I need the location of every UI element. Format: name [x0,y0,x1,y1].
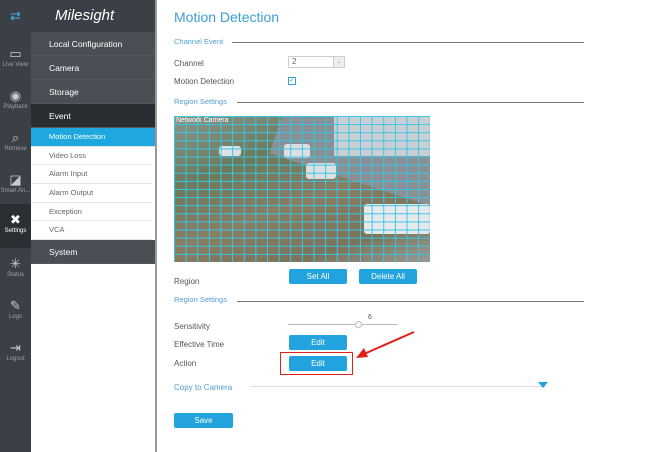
nav-event[interactable]: Event [31,104,155,128]
region-label: Region [174,277,200,286]
effective-time-label: Effective Time [174,340,225,349]
icon-sidebar: ⇄ ▭ Live View ◉ Playback ⌕ Retrieve ◪ Smart … [0,0,31,452]
motion-grid [174,116,430,262]
logout-icon: ⇥ [10,340,21,355]
nav-alarm-output[interactable]: Alarm Output [31,184,152,203]
nav-exception[interactable]: Exception [31,203,152,222]
smart-analysis-icon: ◪ [9,172,22,187]
label: Live View [2,62,29,68]
divider [237,301,584,302]
copy-to-camera-label[interactable]: Copy to Camera [174,383,232,392]
sensitivity-slider[interactable] [288,324,398,325]
set-all-button[interactable]: Set All [289,269,347,284]
label: Logs [8,314,22,320]
retrieve-icon: ⌕ [11,130,20,145]
section-channel-event: Channel Event [174,37,224,46]
nav-system[interactable]: System [31,240,155,265]
label: Settings [4,228,27,234]
logs-icon: ✎ [10,298,21,313]
milesight-logo: Milesight [31,0,155,32]
divider [155,0,157,452]
effective-time-edit-button[interactable]: Edit [289,335,347,350]
nav-motion-detection[interactable]: Motion Detection [31,128,155,147]
label: Status [6,272,24,278]
chevron-down-icon: ⌄ [333,57,344,67]
nav-camera[interactable]: Camera [31,56,155,80]
delete-all-button[interactable]: Delete All [359,269,417,284]
swap-arrows-icon: ⇄ [10,8,21,23]
settings-nav: Milesight Local Configuration Camera Sto… [31,0,155,452]
divider [232,42,584,43]
action-label: Action [174,359,197,368]
section-region-settings: Region Settings [174,97,227,106]
sensitivity-value: 6 [368,314,372,321]
motion-detection-checkbox[interactable]: ✓ [288,77,296,85]
section-region-settings-2: Region Settings [174,295,227,304]
label: Smart An... [0,188,31,194]
main-content: Motion Detection Channel Event Channel 2… [174,0,661,452]
divider [237,102,584,103]
channel-select[interactable]: 2 ⌄ [288,56,345,68]
settings-icon: ✖ [10,212,21,227]
status-icon: ✳ [10,256,21,271]
camera-preview-region-grid[interactable]: Network Camera [174,116,430,262]
red-arrow-annotation [356,331,415,358]
action-edit-button[interactable]: Edit [289,356,347,371]
playback-icon: ◉ [9,88,22,103]
label: Playback [3,104,28,110]
nav-logout[interactable]: ⇥ Logout [0,332,31,384]
label: Retrieve [4,146,27,152]
channel-label: Channel [174,59,204,68]
sensitivity-label: Sensitivity [174,322,211,331]
slider-thumb[interactable] [355,321,362,328]
nav-settings[interactable]: ✖ Settings [0,204,31,248]
nav-storage[interactable]: Storage [31,80,155,104]
menu-toggle[interactable]: ⇄ [0,0,31,38]
divider [250,386,547,387]
label: Logout [6,356,25,362]
expand-triangle-icon[interactable] [538,382,548,388]
page-title: Motion Detection [174,9,280,25]
save-button[interactable]: Save [174,413,233,428]
nav-alarm-input[interactable]: Alarm Input [31,165,152,185]
channel-value: 2 [292,57,297,66]
nav-vca[interactable]: VCA [31,221,152,241]
nav-local-configuration[interactable]: Local Configuration [31,32,155,56]
osd-text: Network Camera [176,117,229,124]
nav-video-loss[interactable]: Video Loss [31,147,152,166]
motion-detection-label: Motion Detection [174,77,235,86]
live-view-icon: ▭ [9,46,22,61]
